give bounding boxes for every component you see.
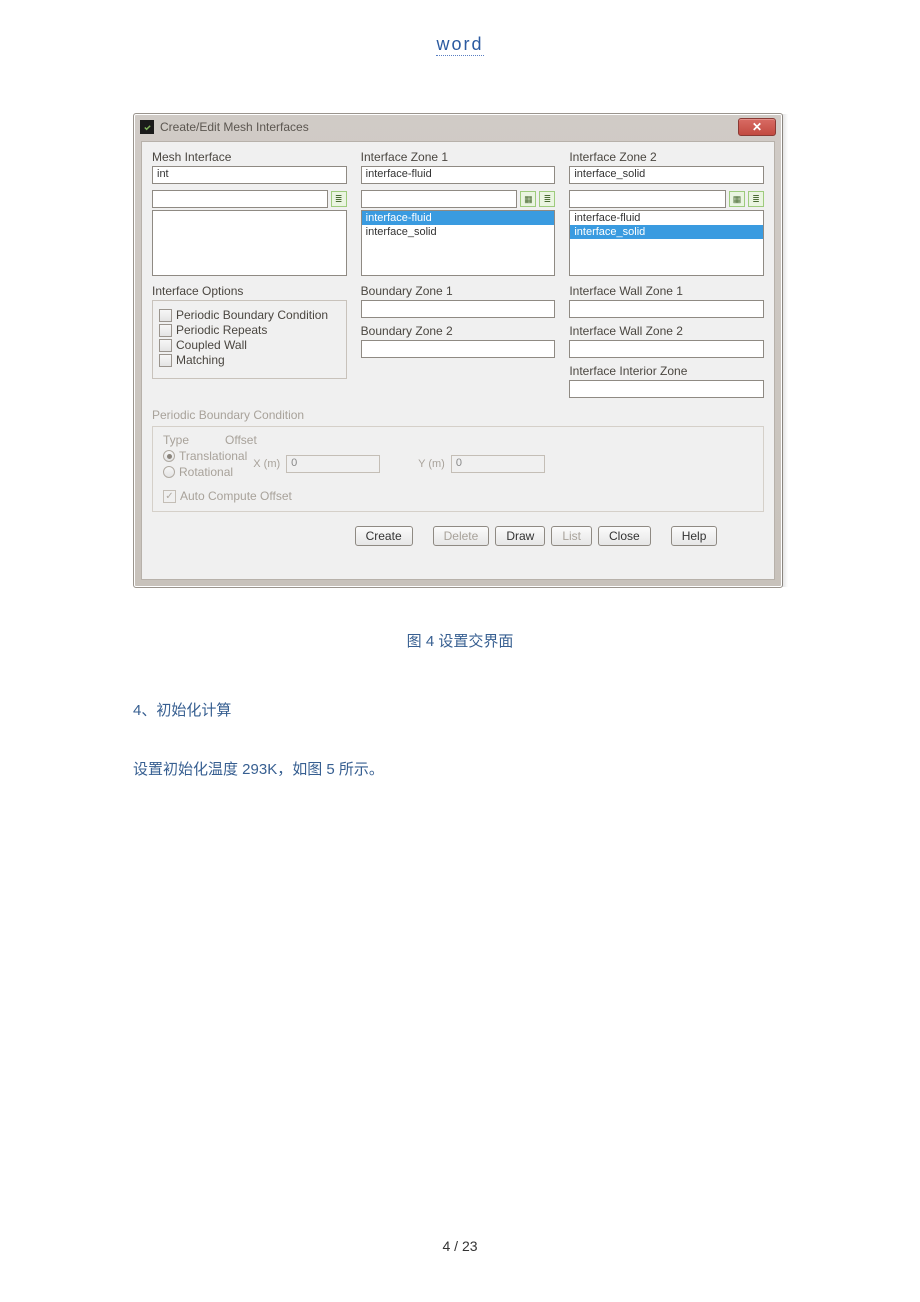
if-zone-2-input[interactable]: interface_solid — [569, 166, 764, 184]
mesh-interface-filter[interactable] — [152, 190, 328, 208]
radio-rotational — [163, 466, 175, 478]
checkbox-coupled-wall[interactable] — [159, 339, 172, 352]
label-if-options: Interface Options — [152, 284, 347, 298]
if-wall-zone-2-field — [569, 340, 764, 358]
if-zone-2-filter[interactable] — [569, 190, 726, 208]
col-interface-zone-1: Interface Zone 1 interface-fluid ▦ ≣ int… — [361, 150, 556, 276]
label-b-zone-2: Boundary Zone 2 — [361, 324, 556, 338]
checkbox-label: Periodic Repeats — [176, 323, 267, 337]
label-if-zone-2: Interface Zone 2 — [569, 150, 764, 164]
label-x: X (m) — [253, 458, 280, 470]
label-b-zone-1: Boundary Zone 1 — [361, 284, 556, 298]
list-item[interactable]: interface_solid — [362, 225, 555, 239]
options-box: Periodic Boundary Condition Periodic Rep… — [152, 300, 347, 379]
checkbox-label: Coupled Wall — [176, 338, 247, 352]
figure-caption: 图 4 设置交界面 — [133, 630, 787, 651]
label-if-wall-2: Interface Wall Zone 2 — [569, 324, 764, 338]
deselect-all-icon[interactable]: ≣ — [539, 191, 555, 207]
list-toggle-icon[interactable]: ≣ — [331, 191, 347, 207]
boundary-zone-1-field — [361, 300, 556, 318]
list-item[interactable]: interface_solid — [570, 225, 763, 239]
label-type: Type — [163, 433, 189, 447]
pbc-box: Type Offset Translational Rotational X (… — [152, 426, 764, 512]
col-mesh-interface: Mesh Interface int ≣ — [152, 150, 347, 276]
section-heading: 4、初始化计算 — [133, 699, 787, 720]
checkbox-label: Auto Compute Offset — [180, 489, 292, 503]
radio-label: Rotational — [179, 465, 233, 479]
label-if-wall-1: Interface Wall Zone 1 — [569, 284, 764, 298]
checkbox-label: Periodic Boundary Condition — [176, 308, 328, 322]
list-item[interactable]: interface-fluid — [362, 211, 555, 225]
radio-label: Translational — [179, 449, 247, 463]
mesh-interface-input[interactable]: int — [152, 166, 347, 184]
delete-button[interactable]: Delete — [433, 526, 490, 546]
draw-button[interactable]: Draw — [495, 526, 545, 546]
label-pbc-section: Periodic Boundary Condition — [152, 408, 764, 422]
page-number: 4 / 23 — [0, 1238, 920, 1254]
offset-y-field: 0 — [451, 455, 545, 473]
label-if-zone-1: Interface Zone 1 — [361, 150, 556, 164]
offset-x-field: 0 — [286, 455, 380, 473]
label-offset: Offset — [225, 433, 257, 447]
app-icon — [140, 120, 154, 134]
col-boundary: Boundary Zone 1 Boundary Zone 2 — [361, 284, 556, 404]
label-if-interior: Interface Interior Zone — [569, 364, 764, 378]
header-text: word — [436, 34, 483, 56]
help-button[interactable]: Help — [671, 526, 718, 546]
if-zone-2-listbox[interactable]: interface-fluid interface_solid — [569, 210, 764, 276]
mid-columns: Interface Options Periodic Boundary Cond… — [142, 276, 774, 404]
col-options: Interface Options Periodic Boundary Cond… — [152, 284, 347, 404]
close-button[interactable]: ✕ — [738, 118, 776, 136]
mesh-interface-listbox[interactable] — [152, 210, 347, 276]
document-header: word — [0, 0, 920, 55]
shadow — [782, 114, 788, 587]
if-zone-1-listbox[interactable]: interface-fluid interface_solid — [361, 210, 556, 276]
boundary-zone-2-field — [361, 340, 556, 358]
select-all-icon[interactable]: ▦ — [520, 191, 536, 207]
checkbox-matching[interactable] — [159, 354, 172, 367]
pbc-section: Periodic Boundary Condition Type Offset … — [142, 404, 774, 512]
col-wall: Interface Wall Zone 1 Interface Wall Zon… — [569, 284, 764, 404]
deselect-all-icon[interactable]: ≣ — [748, 191, 764, 207]
if-zone-1-input[interactable]: interface-fluid — [361, 166, 556, 184]
close-button[interactable]: Close — [598, 526, 651, 546]
select-all-icon[interactable]: ▦ — [729, 191, 745, 207]
body-text: 设置初始化温度 293K，如图 5 所示。 — [133, 758, 787, 779]
if-interior-zone-field — [569, 380, 764, 398]
col-interface-zone-2: Interface Zone 2 interface_solid ▦ ≣ int… — [569, 150, 764, 276]
checkbox-label: Matching — [176, 353, 225, 367]
create-button[interactable]: Create — [355, 526, 413, 546]
checkbox-periodic-repeats[interactable] — [159, 324, 172, 337]
checkbox-pbc[interactable] — [159, 309, 172, 322]
dialog-body: Mesh Interface int ≣ Interface Zone 1 in… — [141, 141, 775, 580]
list-item[interactable]: interface-fluid — [570, 211, 763, 225]
dialog-window: Create/Edit Mesh Interfaces ✕ Mesh Inter… — [133, 113, 783, 588]
titlebar: Create/Edit Mesh Interfaces ✕ — [134, 114, 782, 140]
list-button[interactable]: List — [551, 526, 592, 546]
page-body: Create/Edit Mesh Interfaces ✕ Mesh Inter… — [133, 113, 787, 779]
top-columns: Mesh Interface int ≣ Interface Zone 1 in… — [142, 142, 774, 276]
checkbox-auto-offset: ✓ — [163, 490, 176, 503]
label-mesh-interface: Mesh Interface — [152, 150, 347, 164]
dialog-title: Create/Edit Mesh Interfaces — [160, 120, 309, 134]
radio-translational — [163, 450, 175, 462]
label-y: Y (m) — [418, 458, 445, 470]
if-wall-zone-1-field — [569, 300, 764, 318]
if-zone-1-filter[interactable] — [361, 190, 518, 208]
button-bar: Create Delete Draw List Close Help — [142, 518, 774, 546]
